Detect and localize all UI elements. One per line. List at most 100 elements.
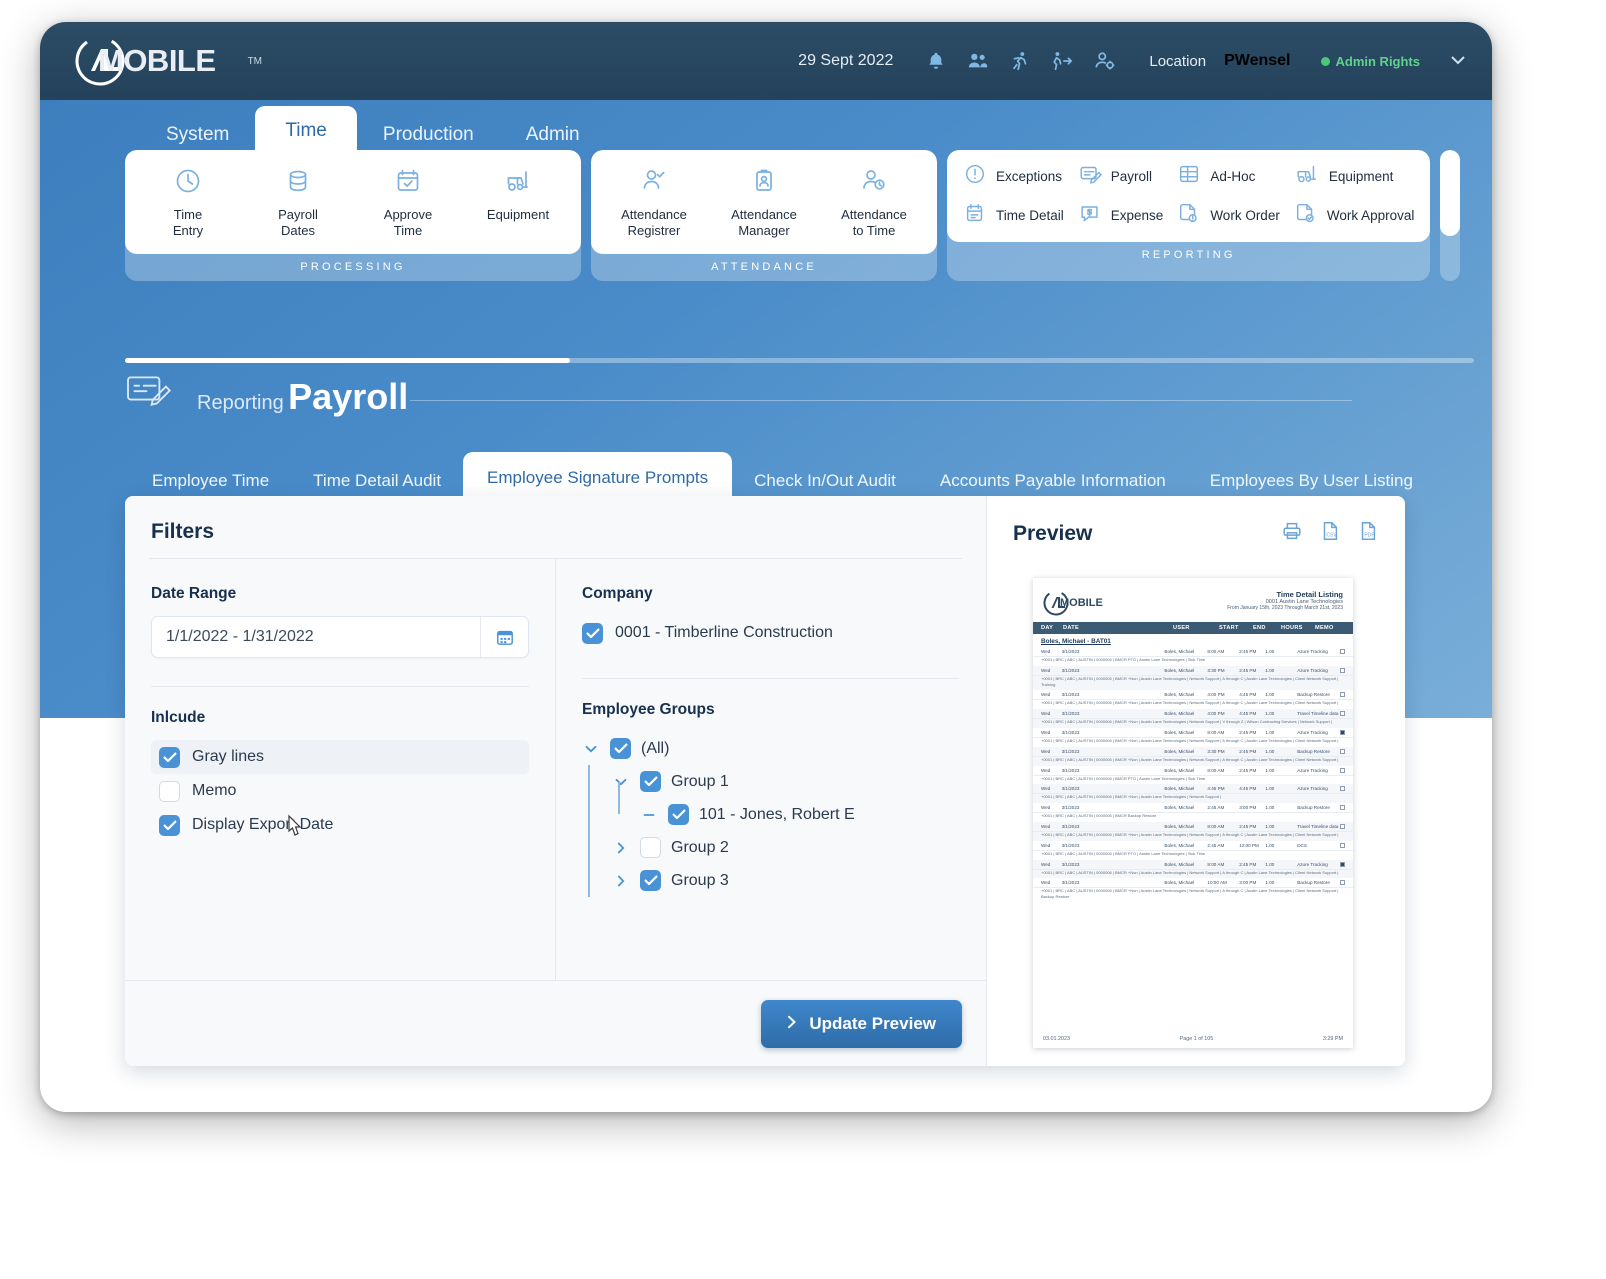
tree-node-group-1[interactable]: Group 1 — [582, 765, 959, 798]
row-checkbox-unchecked-icon[interactable] — [1340, 880, 1346, 886]
app-body-blue: System Time Production Admin Time Entry … — [40, 100, 1492, 1066]
ribbon-group-reporting: Exceptions Payroll Ad-Hoc Equipment Time… — [947, 150, 1431, 281]
ribbon-item-payroll-dates[interactable]: Payroll Dates — [245, 164, 351, 242]
ribbon-item-expense[interactable]: Expense — [1078, 201, 1163, 230]
table-cell: 3:00 PM — [1239, 880, 1257, 886]
checkbox-checked-icon[interactable] — [582, 622, 603, 644]
checkbox-checked-icon[interactable] — [610, 738, 631, 759]
checkbox-checked-icon[interactable] — [668, 804, 689, 825]
tree-node-group-2[interactable]: Group 2 — [582, 831, 959, 864]
tree-node-all[interactable]: (All) — [582, 732, 959, 765]
chevron-down-icon[interactable] — [582, 745, 600, 753]
ribbon-item-attendance-registrer[interactable]: Attendance Registrer — [601, 164, 707, 242]
ribbon-item-attendance-to-time[interactable]: Attendance to Time — [821, 164, 927, 242]
ribbon-item-work-approval[interactable]: Work Approval — [1294, 201, 1414, 230]
row-checkbox-unchecked-icon[interactable] — [1340, 748, 1346, 754]
update-preview-button[interactable]: Update Preview — [761, 999, 962, 1048]
checkbox-row-display-export-date[interactable]: Display Export Date — [151, 808, 529, 842]
running-person-icon[interactable] — [1009, 50, 1031, 72]
checkbox-row-company[interactable]: 0001 - Timberline Construction — [582, 616, 959, 650]
checkbox-unchecked-icon[interactable] — [640, 837, 661, 858]
table-row: Wed 3/1/2023 Boles, Michael 8:00 AM 2:45 PM 1… — [1033, 647, 1353, 657]
table-row: Wed 3/1/2023 Boles, Michael 4:00 PM 4:45 PM 1… — [1033, 709, 1353, 720]
app-logo[interactable]: MOBILE TM — [74, 35, 262, 87]
csv-icon[interactable]: CSV — [1319, 520, 1341, 547]
checkbox-checked-icon[interactable] — [159, 746, 180, 768]
ribbon-label: Time Detail — [996, 208, 1064, 223]
bell-icon[interactable] — [925, 50, 947, 72]
tree-node-employee-101[interactable]: 101 - Jones, Robert E — [582, 782, 959, 831]
row-checkbox-unchecked-icon[interactable] — [1340, 767, 1346, 773]
table-cell: Wed — [1041, 649, 1051, 654]
chevron-right-icon[interactable] — [612, 875, 630, 887]
row-checkbox-unchecked-icon[interactable] — [1340, 786, 1346, 792]
main-nav-tabs: System Time Production Admin — [140, 104, 606, 158]
row-checkbox-unchecked-icon[interactable] — [1340, 649, 1346, 654]
row-checkbox-unchecked-icon[interactable] — [1340, 667, 1346, 673]
table-cell: 2:45 PM — [1239, 767, 1257, 773]
tree-node-group-3[interactable]: Group 3 — [582, 864, 959, 897]
page-title: Payroll — [288, 375, 409, 417]
table-cell: Wed — [1041, 786, 1051, 792]
checkbox-checked-icon[interactable] — [159, 814, 180, 836]
checkbox-row-memo[interactable]: Memo — [151, 774, 529, 808]
table-row: Wed 3/1/2023 Boles, Michael 4:45 PM 4:45 PM 1… — [1033, 784, 1353, 795]
ribbon-item-attendance-manager[interactable]: Attendance Manager — [711, 164, 817, 242]
ribbon-label: Payroll Dates — [278, 207, 318, 239]
ribbon-item-ad-hoc[interactable]: Ad-Hoc — [1177, 162, 1280, 191]
dash-icon[interactable] — [640, 813, 658, 817]
table-cell: 4:45 PM — [1239, 711, 1257, 717]
table-cell: 1.00 — [1265, 767, 1275, 773]
date-range-field[interactable] — [151, 616, 529, 658]
ribbon-item-equipment[interactable]: Equipment — [465, 164, 571, 242]
checkbox-checked-icon[interactable] — [640, 870, 661, 891]
row-checkbox-checked-icon[interactable] — [1340, 729, 1346, 735]
table-row-detail: +0001 | BRC | ABC | AUSTIN | 0000006 | B… — [1041, 737, 1339, 743]
ribbon-item-work-order[interactable]: Work Order — [1177, 201, 1280, 230]
row-checkbox-unchecked-icon[interactable] — [1340, 692, 1346, 698]
checkbox-label: Display Export Date — [192, 816, 334, 833]
ribbon-scrollbar[interactable] — [125, 358, 1474, 363]
table-cell: Wed — [1041, 880, 1051, 886]
print-icon[interactable] — [1281, 520, 1303, 547]
row-checkbox-checked-icon[interactable] — [1340, 861, 1346, 867]
checkbox-row-gray-lines[interactable]: Gray lines — [151, 740, 529, 774]
table-cell: Boles, Michael — [1164, 748, 1195, 754]
ribbon-item-exceptions[interactable]: Exceptions — [963, 162, 1064, 191]
row-checkbox-unchecked-icon[interactable] — [1340, 805, 1346, 811]
table-cell: Azure Tracking — [1297, 649, 1328, 654]
checkbox-label: Memo — [192, 782, 237, 799]
checkbox-checked-icon[interactable] — [640, 771, 661, 792]
checkbox-unchecked-icon[interactable] — [159, 780, 180, 802]
table-cell: 1.00 — [1265, 842, 1275, 848]
row-checkbox-unchecked-icon[interactable] — [1340, 842, 1346, 848]
chevron-right-icon[interactable] — [612, 842, 630, 854]
document-row-group: Wed 3/1/2023 Boles, Michael 2:45 AM 3:00 PM 1… — [1033, 803, 1353, 822]
pdf-icon[interactable]: PDF — [1357, 520, 1379, 547]
chevron-down-icon[interactable] — [1450, 52, 1466, 70]
ribbon-item-payroll[interactable]: Payroll — [1078, 162, 1164, 191]
report-preview-document[interactable]: MOBILE Time Detail Listing 0001 Austin L… — [1033, 578, 1353, 1048]
table-cell: Boles, Michael — [1164, 711, 1195, 717]
ribbon-item-reporting-equipment[interactable]: Equipment — [1294, 162, 1415, 191]
document-date-range: From January 15th, 2023 Through March 21… — [1227, 605, 1343, 611]
id-badge-icon — [749, 166, 779, 201]
footer-date: 03.01.2023 — [1043, 1036, 1070, 1042]
walking-person-arrow-icon[interactable] — [1050, 50, 1074, 72]
row-checkbox-unchecked-icon[interactable] — [1340, 711, 1346, 717]
table-cell: 1.00 — [1265, 649, 1275, 654]
ribbon-item-time-entry[interactable]: Time Entry — [135, 164, 241, 242]
ribbon-item-time-detail[interactable]: Time Detail — [963, 201, 1064, 230]
date-range-input[interactable] — [152, 628, 480, 646]
chevron-down-icon[interactable] — [612, 778, 630, 786]
tree-node-label: Group 1 — [671, 772, 729, 790]
calendar-icon[interactable] — [480, 617, 528, 657]
user-settings-icon[interactable] — [1093, 50, 1117, 72]
table-cell: 8:00 AM — [1207, 767, 1225, 773]
ribbon-item-approve-time[interactable]: Approve Time — [355, 164, 461, 242]
table-row: Wed 3/1/2023 Boles, Michael 8:00 AM 2:45 PM 1… — [1033, 859, 1353, 870]
table-cell: 2:45 PM — [1239, 667, 1257, 673]
tree-node-label: (All) — [641, 739, 670, 757]
row-checkbox-unchecked-icon[interactable] — [1340, 823, 1346, 829]
users-icon[interactable] — [966, 50, 990, 72]
